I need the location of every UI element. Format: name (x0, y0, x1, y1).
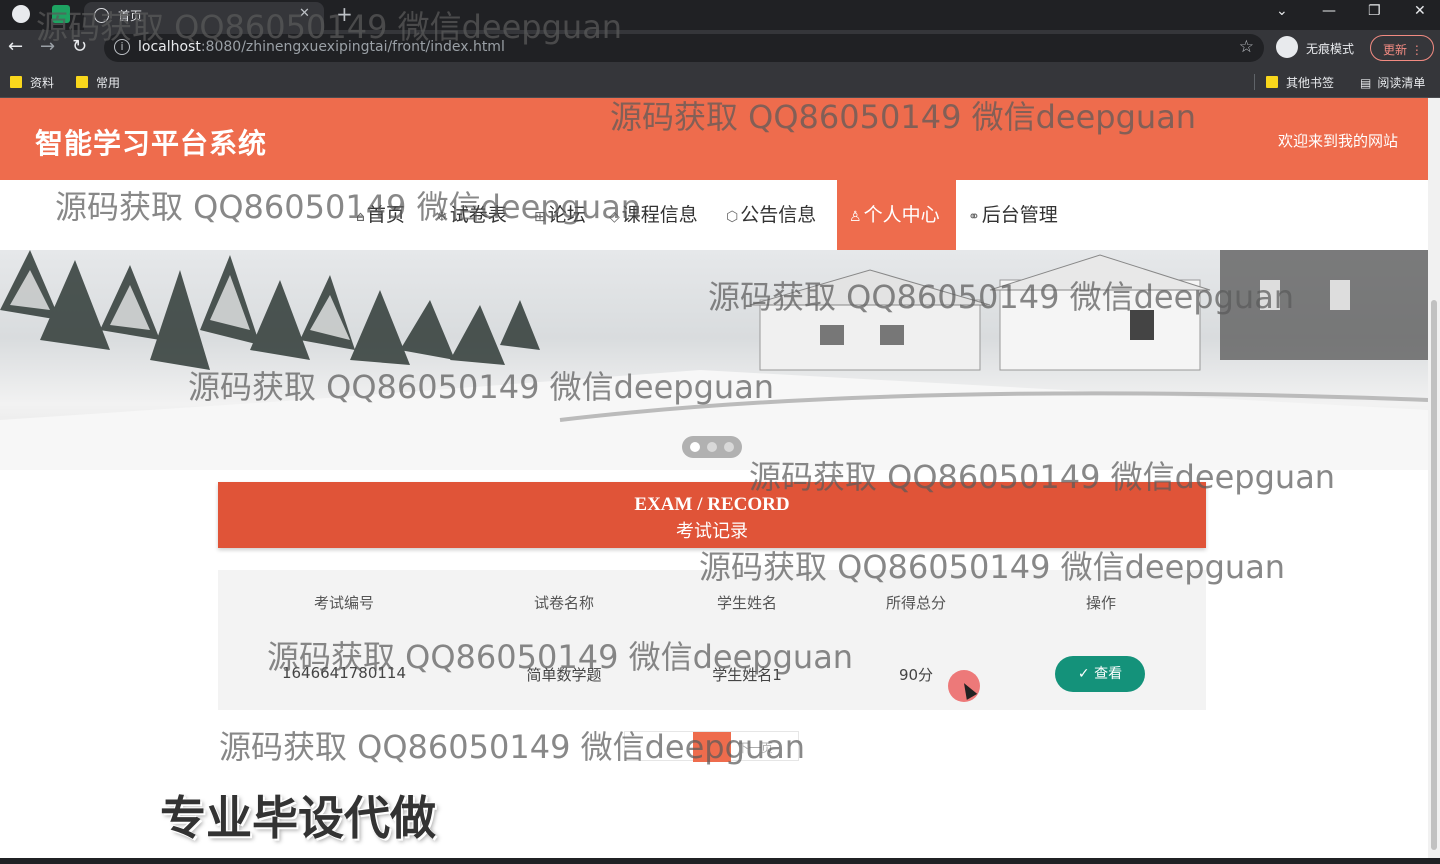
home-icon: ⌂ (356, 209, 365, 225)
promo-overlay-text: 专业毕设代做 (160, 791, 436, 845)
view-button[interactable]: ✓ 查看 (1055, 656, 1145, 692)
welcome-text: 欢迎来到我的网站 (1277, 132, 1398, 150)
column-header: 操作 (1085, 594, 1116, 612)
main-nav: ⌂ 首页 ❄ 试卷表 ⊞ 论坛 ◇ 课程信息 ⬡ 公告信息 ♙ 个人中心 ⚭ 后台管理 (0, 180, 1428, 250)
link-icon: ⚭ (968, 209, 980, 225)
pinned-tab-icon[interactable] (52, 5, 70, 23)
nav-courses[interactable]: ◇ 课程信息 (609, 180, 698, 250)
column-header: 学生姓名 (716, 594, 777, 612)
other-bookmarks-label: 其他书签 (1286, 76, 1335, 90)
nav-label: 论坛 (547, 204, 586, 226)
nav-label: 公告信息 (740, 204, 817, 226)
site-header: 智能学习平台系统 欢迎来到我的网站 (0, 98, 1428, 180)
nav-label: 试卷表 (449, 204, 507, 226)
tab-title: 首页 (118, 9, 143, 23)
pagination: 下一页 (624, 731, 799, 762)
address-toolbar: ← → ↻ i localhost:8080/zhinengxuexipingt… (0, 30, 1440, 66)
exam-record-table: 考试编号 试卷名称 学生姓名 所得总分 操作 1646641780114 简单数… (218, 570, 1206, 710)
bookmark-folder-docs[interactable]: 资料 (10, 74, 54, 91)
bookmark-label: 常用 (96, 76, 121, 90)
new-tab-button[interactable]: + (336, 2, 353, 26)
reload-button[interactable]: ↻ (72, 36, 87, 57)
nav-forum[interactable]: ⊞ 论坛 (534, 180, 586, 250)
column-header: 考试编号 (313, 594, 374, 612)
update-label: 更新 (1383, 43, 1408, 57)
cell-student-name: 学生姓名1 (712, 666, 782, 684)
cell-exam-id: 1646641780114 (281, 664, 407, 682)
reading-list-label: 阅读清单 (1377, 76, 1426, 90)
nav-admin[interactable]: ⚭ 后台管理 (968, 180, 1058, 250)
carousel-dot[interactable] (690, 442, 700, 452)
cube-icon: ⬡ (726, 209, 739, 225)
tag-icon: ◇ (609, 209, 620, 225)
tab-home[interactable]: 首页 ✕ (84, 2, 324, 30)
hero-carousel (0, 250, 1428, 470)
bookmark-label: 资料 (30, 76, 55, 90)
forward-button[interactable]: → (40, 36, 55, 57)
snowflake-icon: ❄ (436, 209, 448, 225)
incognito-icon[interactable] (1276, 36, 1298, 58)
nav-personal-center[interactable]: ♙ 个人中心 (837, 180, 956, 250)
nav-home[interactable]: ⌂ 首页 (356, 180, 405, 250)
section-header: EXAM / RECORD 考试记录 (218, 482, 1206, 548)
url-text[interactable]: localhost:8080/zhinengxuexipingtai/front… (138, 39, 505, 55)
tab-search-icon[interactable]: ⌄ (1276, 3, 1288, 19)
other-bookmarks[interactable]: 其他书签 (1266, 74, 1334, 91)
update-button[interactable]: 更新 ⋮ (1370, 35, 1434, 61)
carousel-dot[interactable] (724, 442, 734, 452)
carousel-dot[interactable] (707, 442, 717, 452)
folder-icon (76, 76, 88, 88)
site-info-icon[interactable]: i (114, 39, 130, 55)
web-page: 智能学习平台系统 欢迎来到我的网站 ⌂ 首页 ❄ 试卷表 ⊞ 论坛 ◇ 课程信息 ⬡ 公告… (0, 98, 1428, 864)
check-shield-icon: ✓ (1077, 666, 1090, 682)
current-page[interactable] (693, 732, 731, 762)
next-page-link[interactable]: 下一页 (737, 739, 773, 756)
scrollbar-thumb[interactable] (1431, 300, 1437, 850)
nav-label: 个人中心 (863, 204, 940, 226)
minimize-button[interactable]: — (1322, 3, 1336, 19)
incognito-label: 无痕模式 (1306, 42, 1355, 56)
browser-menu-icon[interactable] (12, 5, 30, 23)
user-icon: ♙ (849, 209, 862, 225)
bookmark-star-icon[interactable]: ☆ (1239, 37, 1254, 57)
carousel-indicators (682, 436, 742, 458)
folder-icon (10, 76, 22, 88)
nav-exam-papers[interactable]: ❄ 试卷表 (436, 180, 507, 250)
bookmark-divider (1254, 74, 1255, 90)
taskbar-strip (0, 858, 1440, 864)
close-tab-icon[interactable]: ✕ (299, 6, 310, 21)
site-title: 智能学习平台系统 (35, 127, 268, 160)
bookmarks-bar: 资料 常用 其他书签 ▤ 阅读清单 (0, 66, 1440, 98)
back-button[interactable]: ← (8, 36, 23, 57)
nav-label: 后台管理 (981, 204, 1058, 226)
section-title-en: EXAM / RECORD (634, 494, 790, 515)
nav-label: 首页 (366, 204, 405, 226)
nav-label: 课程信息 (621, 204, 698, 226)
url-host: localhost (138, 39, 201, 55)
column-header: 试卷名称 (533, 594, 594, 612)
close-window-button[interactable]: ✕ (1414, 3, 1426, 19)
globe-icon (94, 8, 109, 23)
nav-announcements[interactable]: ⬡ 公告信息 (726, 180, 816, 250)
url-bar[interactable]: i localhost:8080/zhinengxuexipingtai/fro… (104, 34, 1264, 62)
view-button-label: 查看 (1094, 666, 1123, 682)
bookmark-folder-common[interactable]: 常用 (76, 74, 120, 91)
section-title-cn: 考试记录 (676, 521, 748, 542)
restore-button[interactable]: ❐ (1368, 3, 1381, 19)
reading-list[interactable]: ▤ 阅读清单 (1360, 74, 1425, 91)
grid-icon: ⊞ (534, 209, 546, 225)
url-path: :8080/zhinengxuexipingtai/front/index.ht… (200, 39, 505, 55)
folder-icon (1266, 76, 1278, 88)
cell-paper-name: 简单数学题 (526, 666, 602, 684)
reading-list-icon: ▤ (1360, 76, 1372, 90)
browser-tab-bar: 首页 ✕ + ⌄ — ❐ ✕ (0, 0, 1440, 30)
column-header: 所得总分 (885, 594, 946, 612)
